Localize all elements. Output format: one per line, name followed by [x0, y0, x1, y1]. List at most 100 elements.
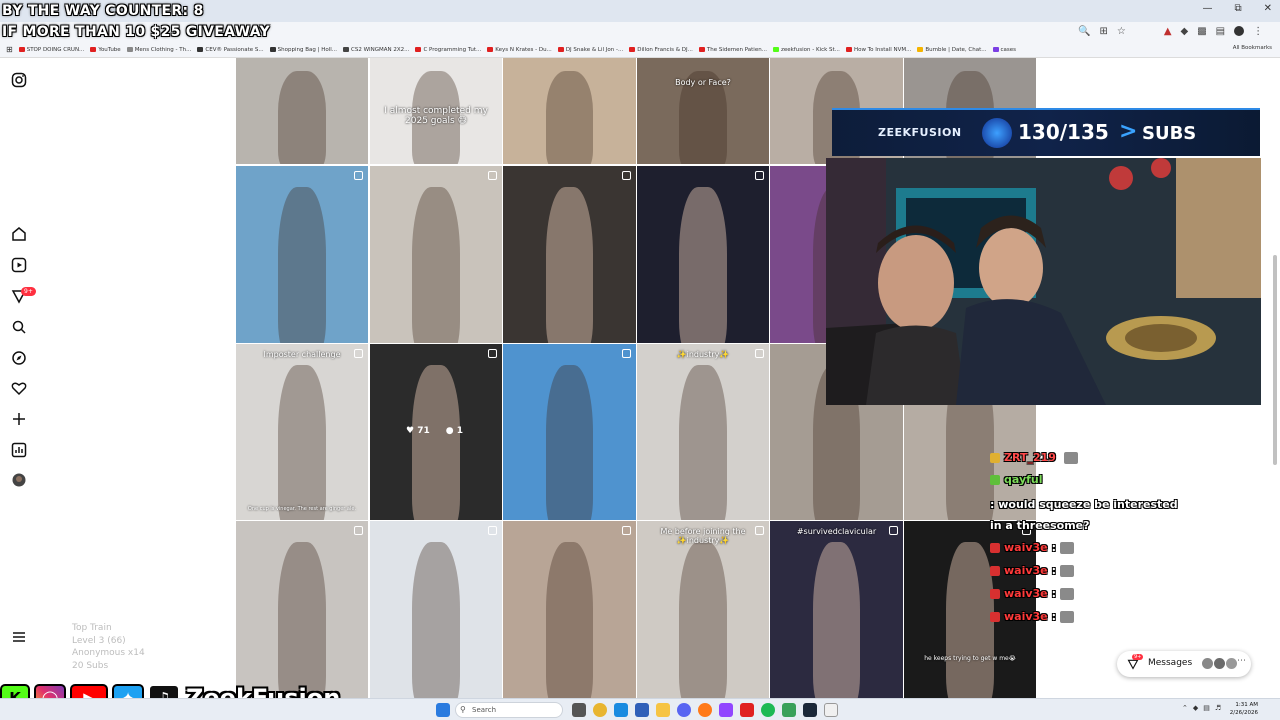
post-stats: ♥ 71 ● 1: [406, 426, 463, 436]
edge-icon[interactable]: [614, 703, 628, 717]
more-menu-icon[interactable]: [11, 629, 27, 645]
taskbar-search[interactable]: ⚲ Search: [455, 702, 563, 718]
bookmark-favicon-icon: [90, 47, 97, 52]
spotify-icon[interactable]: [761, 703, 775, 717]
task-view-icon[interactable]: [572, 703, 586, 717]
explore-post[interactable]: [503, 521, 636, 698]
bookmark-item[interactable]: Keys N Krates - Du...: [487, 47, 552, 53]
explore-post[interactable]: ♥ 71 ● 1: [370, 344, 502, 520]
explore-post[interactable]: [503, 344, 636, 520]
chat-message: waiv3e:: [990, 582, 1190, 605]
chat-badge-icon: [990, 588, 1000, 599]
chrome-icon[interactable]: [593, 703, 607, 717]
minimize-icon[interactable]: —: [1202, 3, 1212, 14]
create-icon[interactable]: [11, 411, 27, 427]
bookmark-item[interactable]: YouTube: [90, 47, 121, 53]
bookmark-item[interactable]: Mens Clothing - Th...: [126, 47, 191, 53]
explore-post[interactable]: [370, 166, 502, 343]
post-thumbnail: [679, 187, 727, 343]
explore-post[interactable]: [236, 58, 368, 164]
explore-post[interactable]: I almost completed my 2025 goals 😅: [370, 58, 502, 164]
bookmark-item[interactable]: CEV® Passionate S...: [197, 47, 264, 53]
sidebar-toggle-icon[interactable]: ▤: [1216, 26, 1225, 37]
heart-icon: ♥: [406, 426, 415, 436]
heart-icon[interactable]: [11, 380, 27, 396]
bluetooth-icon[interactable]: ◆: [1193, 704, 1198, 712]
zoom-icon[interactable]: 🔍: [1078, 26, 1090, 37]
chat-username: waiv3e: [1004, 541, 1048, 554]
counter-overlay-line2: IF MORE THAN 10 $25 GIVEAWAY: [2, 24, 270, 40]
post-thumbnail: [278, 365, 326, 520]
apps-icon[interactable]: ⊞: [6, 45, 13, 54]
windows-start-icon[interactable]: [436, 703, 450, 717]
volume-icon[interactable]: ♬: [1215, 704, 1221, 712]
emote-icon: [1063, 451, 1078, 464]
page-scrollbar[interactable]: [1272, 60, 1278, 465]
app-icon[interactable]: [782, 703, 796, 717]
bookmark-item[interactable]: DJ Snake & Lil Jon -...: [557, 47, 623, 53]
firefox-icon[interactable]: [698, 703, 712, 717]
shield-icon[interactable]: ▲: [1164, 26, 1172, 37]
bookmark-item[interactable]: How To Install NVM...: [845, 47, 911, 53]
messages-badge: 9+: [1132, 654, 1144, 660]
search-icon[interactable]: [11, 319, 27, 335]
app-icon[interactable]: [740, 703, 754, 717]
all-bookmarks-link[interactable]: All Bookmarks: [1233, 45, 1272, 51]
bookmark-item[interactable]: Shopping Bag | Holl...: [269, 47, 337, 53]
profile-icon[interactable]: [11, 472, 27, 488]
star-icon[interactable]: ☆: [1117, 26, 1126, 37]
explore-post[interactable]: Imposter challenge One cup is vinegar. Th…: [236, 344, 368, 520]
file-explorer-icon[interactable]: [656, 703, 670, 717]
taskbar-clock[interactable]: 1:31 AM 2/26/2026: [1230, 701, 1258, 717]
bookmark-item[interactable]: The Sidemen Patien...: [698, 47, 767, 53]
install-icon[interactable]: ⊞: [1099, 26, 1107, 37]
explore-post[interactable]: [370, 521, 502, 698]
explore-post[interactable]: [637, 166, 769, 343]
windows-taskbar: ⚲ Search ⌃ ◆ ▤ ♬ 1:31 AM 2/26/2026: [0, 698, 1280, 720]
chat-text: :: [1051, 541, 1057, 554]
extension-icon[interactable]: ◆: [1181, 26, 1189, 37]
like-count: ♥ 71: [406, 426, 430, 436]
profile-avatar[interactable]: [1234, 26, 1245, 36]
bookmark-item[interactable]: Bumble | Date, Chat...: [917, 47, 987, 53]
reel-icon: [622, 349, 631, 358]
bookmark-item[interactable]: Dillon Francis & DJ...: [629, 47, 693, 53]
explore-post[interactable]: Body or Face?: [637, 58, 769, 164]
chevron-up-icon[interactable]: ⌃: [1182, 704, 1188, 712]
notepad-icon[interactable]: [824, 703, 838, 717]
instagram-logo-icon[interactable]: [11, 72, 27, 88]
post-caption: #survivedclavicular: [796, 527, 877, 536]
bookmark-item[interactable]: zeekfusion - Kick St...: [772, 47, 840, 53]
home-icon[interactable]: [11, 226, 27, 242]
store-icon[interactable]: [635, 703, 649, 717]
explore-icon[interactable]: [11, 350, 27, 366]
bookmark-item[interactable]: CS2 WINGMAN 2X2...: [343, 47, 409, 53]
explore-post[interactable]: [236, 166, 368, 343]
obs-icon[interactable]: [719, 703, 733, 717]
messages-button[interactable]: 9+ Messages ⋯: [1117, 651, 1251, 677]
explore-post[interactable]: ✨industry✨: [637, 344, 769, 520]
bookmark-item[interactable]: STOP DOING CRUN...: [18, 47, 84, 53]
menu-icon[interactable]: ⋮: [1253, 26, 1263, 37]
bookmark-item[interactable]: C Programming Tut...: [415, 47, 481, 53]
puzzle-icon[interactable]: ▩: [1197, 26, 1206, 37]
explore-post[interactable]: [503, 166, 636, 343]
explore-post[interactable]: [236, 521, 368, 698]
post-thumbnail: [812, 542, 861, 698]
reels-icon[interactable]: [11, 257, 27, 273]
bookmark-label: C Programming Tut...: [423, 46, 482, 53]
dashboard-icon[interactable]: [11, 442, 27, 458]
close-icon[interactable]: ✕: [1264, 3, 1272, 14]
taskbar-apps: [572, 703, 838, 717]
restore-icon[interactable]: ⧉: [1234, 3, 1241, 14]
scroll-thumb[interactable]: [1273, 255, 1277, 465]
emote-icon: [1060, 587, 1075, 600]
network-icon[interactable]: ▤: [1203, 704, 1210, 712]
steam-icon[interactable]: [803, 703, 817, 717]
explore-post[interactable]: [503, 58, 636, 164]
discord-icon[interactable]: [677, 703, 691, 717]
bookmark-item[interactable]: cases: [992, 47, 1016, 53]
explore-post[interactable]: #survivedclavicular: [770, 521, 903, 698]
chat-text: :: [1051, 587, 1057, 600]
explore-post[interactable]: Me before joining the ✨industry✨: [637, 521, 769, 698]
